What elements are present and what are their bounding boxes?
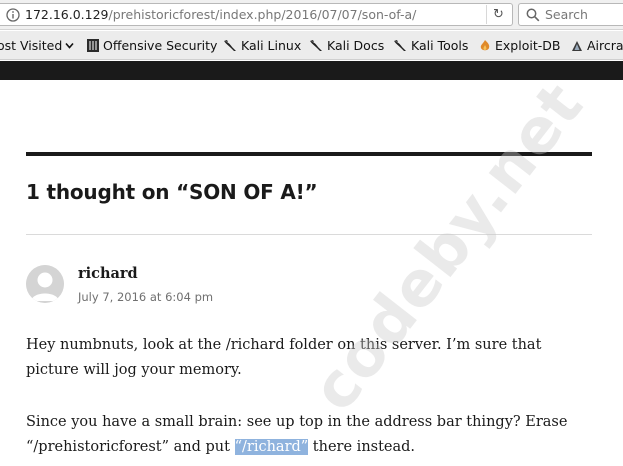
address-bar[interactable]: 172.16.0.129/prehistoricforest/index.php… (0, 3, 513, 26)
comments-divider (26, 152, 592, 156)
search-icon (526, 8, 540, 22)
offsec-icon (87, 39, 99, 52)
bookmark-aircrack[interactable]: Aircrack-ng (570, 38, 623, 53)
site-header-bar (0, 61, 623, 80)
url-path: /prehistoricforest/index.php/2016/07/07/… (108, 7, 417, 22)
comments-title: 1 thought on “SON OF A!” (26, 180, 318, 204)
bookmark-kali-docs[interactable]: Kali Docs (309, 38, 384, 53)
bookmark-label: Aircrack-ng (587, 38, 623, 53)
url-host: 172.16.0.129 (25, 7, 109, 22)
bookmark-exploit-db[interactable]: Exploit-DB (478, 38, 560, 53)
bookmark-label: Kali Linux (241, 38, 302, 53)
comment-date[interactable]: July 7, 2016 at 6:04 pm (78, 290, 213, 304)
kali-dragon-icon (394, 39, 406, 51)
kali-dragon-icon (310, 39, 322, 51)
comment-author[interactable]: richard (78, 265, 138, 282)
comment-text: there instead. (308, 439, 416, 455)
bookmark-kali-linux[interactable]: Kali Linux (223, 38, 301, 53)
browser-navbar: 172.16.0.129/prehistoricforest/index.php… (0, 0, 623, 30)
bookmark-label: ost Visited (0, 38, 63, 53)
bookmark-label: Exploit-DB (495, 38, 561, 53)
avatar (26, 265, 64, 303)
bookmark-label: Kali Docs (327, 38, 385, 53)
bookmark-kali-tools[interactable]: Kali Tools (393, 38, 468, 53)
search-bar[interactable]: Search (518, 3, 623, 26)
info-icon[interactable] (6, 8, 20, 22)
exploit-db-icon (480, 39, 490, 50)
url-text[interactable]: 172.16.0.129/prehistoricforest/index.php… (25, 7, 416, 22)
aircrack-icon (572, 40, 582, 51)
bookmark-label: Kali Tools (411, 38, 469, 53)
comment-divider (26, 234, 592, 235)
reload-icon: ↻ (493, 7, 504, 22)
kali-dragon-icon (224, 39, 236, 51)
comment-paragraph: Since you have a small brain: see up top… (26, 410, 596, 460)
search-input[interactable]: Search (545, 7, 588, 22)
selected-text: “/richard” (234, 439, 309, 455)
bookmark-most-visited[interactable]: ost Visited (0, 38, 74, 53)
user-silhouette-icon (26, 265, 64, 303)
bookmark-label: Offensive Security (103, 38, 218, 53)
chevron-down-icon (65, 42, 74, 49)
comment-paragraph: Hey numbnuts, look at the /richard folde… (26, 337, 542, 378)
bookmarks-toolbar: ost Visited Offensive Security Kali Linu… (0, 31, 623, 60)
reload-button[interactable]: ↻ (486, 5, 510, 24)
bookmark-offensive-security[interactable]: Offensive Security (86, 38, 217, 53)
